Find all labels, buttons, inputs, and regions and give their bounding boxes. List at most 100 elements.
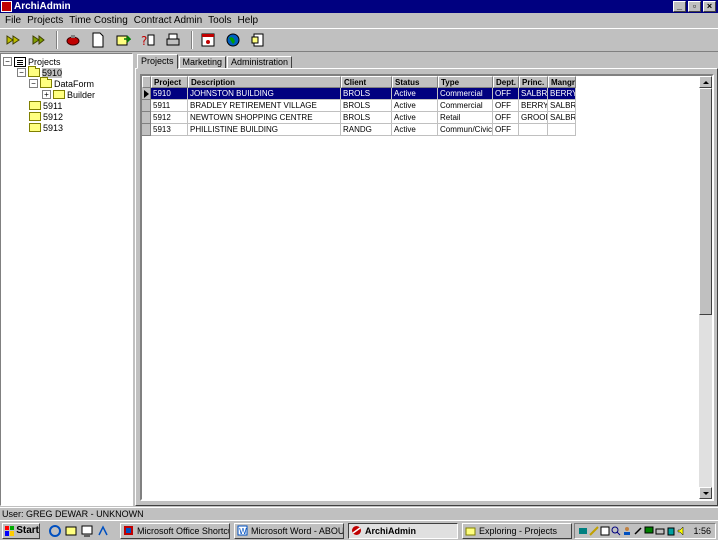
cell-status[interactable]: Active xyxy=(392,88,438,100)
help-button[interactable]: ? xyxy=(137,30,159,50)
column-header-type[interactable]: Type xyxy=(438,76,493,88)
back-button[interactable] xyxy=(27,30,49,50)
projects-grid[interactable]: Project Description Client Status Type D… xyxy=(140,74,714,501)
task-button-word[interactable]: W Microsoft Word - ABOUT ... xyxy=(234,522,344,539)
cell-description[interactable]: JOHNSTON BUILDING xyxy=(188,88,341,100)
menu-file[interactable]: File xyxy=(2,15,24,26)
column-header-mangr[interactable]: Mangr xyxy=(548,76,576,88)
cell-mangr[interactable]: SALBRY xyxy=(548,112,576,124)
new-document-button[interactable] xyxy=(87,30,109,50)
tree-node-5913[interactable]: 5913 xyxy=(29,122,63,133)
restore-button[interactable]: ▫ xyxy=(688,1,701,12)
column-header-description[interactable]: Description xyxy=(188,76,341,88)
cell-project[interactable]: 5910 xyxy=(151,88,188,100)
tools-tray-icon[interactable] xyxy=(589,526,599,536)
column-header-status[interactable]: Status xyxy=(392,76,438,88)
tree-node-dataform[interactable]: − DataForm xyxy=(29,77,94,89)
cell-description[interactable]: BRADLEY RETIREMENT VILLAGE xyxy=(188,100,341,112)
row-indicator[interactable] xyxy=(142,100,151,112)
search-icon[interactable] xyxy=(611,526,621,536)
display-icon[interactable] xyxy=(644,526,654,536)
row-indicator[interactable] xyxy=(142,112,151,124)
cell-client[interactable]: RANDG xyxy=(341,124,392,136)
cell-mangr[interactable] xyxy=(548,124,576,136)
desktop-icon[interactable] xyxy=(80,524,94,538)
cell-dept[interactable]: OFF xyxy=(493,88,519,100)
volume-icon[interactable] xyxy=(677,526,687,536)
scroll-up-button[interactable] xyxy=(699,76,712,88)
column-header-dept[interactable]: Dept. xyxy=(493,76,519,88)
row-indicator[interactable] xyxy=(142,124,151,136)
cell-description[interactable]: PHILLISTINE BUILDING xyxy=(188,124,341,136)
column-header-project[interactable]: Project xyxy=(151,76,188,88)
tree-node-5912[interactable]: 5912 xyxy=(29,111,63,122)
export-button[interactable] xyxy=(112,30,134,50)
cell-princ[interactable]: BERRY xyxy=(519,100,548,112)
outlook-icon[interactable] xyxy=(64,524,78,538)
cell-client[interactable]: BROLS xyxy=(341,112,392,124)
cell-dept[interactable]: OFF xyxy=(493,124,519,136)
project-tree[interactable]: − Projects − 5910 − DataForm + Builder 5… xyxy=(0,53,133,506)
cell-princ[interactable]: SALBRY xyxy=(519,88,548,100)
battery-icon[interactable] xyxy=(666,526,676,536)
start-button[interactable]: Start xyxy=(2,522,40,539)
table-row[interactable]: 5912 NEWTOWN SHOPPING CENTRE BROLS Activ… xyxy=(142,112,576,124)
pen-icon[interactable] xyxy=(633,526,643,536)
expand-icon[interactable]: + xyxy=(42,90,51,99)
network-icon[interactable] xyxy=(578,526,588,536)
tree-node-5911[interactable]: 5911 xyxy=(29,100,62,111)
cell-client[interactable]: BROLS xyxy=(341,88,392,100)
channels-icon[interactable] xyxy=(96,524,110,538)
forward-button[interactable] xyxy=(2,30,24,50)
menu-contract-admin[interactable]: Contract Admin xyxy=(131,15,205,26)
cell-status[interactable]: Active xyxy=(392,124,438,136)
cell-type[interactable]: Commercial xyxy=(438,100,493,112)
keyboard-icon[interactable] xyxy=(655,526,665,536)
task-button-exploring[interactable]: Exploring - Projects xyxy=(462,522,572,539)
cell-type[interactable]: Commercial xyxy=(438,88,493,100)
cell-dept[interactable]: OFF xyxy=(493,112,519,124)
cell-client[interactable]: BROLS xyxy=(341,100,392,112)
scheduler-icon[interactable] xyxy=(600,526,610,536)
cell-type[interactable]: Retail xyxy=(438,112,493,124)
print-button[interactable] xyxy=(162,30,184,50)
collapse-icon[interactable]: − xyxy=(3,57,12,66)
globe-button[interactable] xyxy=(222,30,244,50)
cell-dept[interactable]: OFF xyxy=(493,100,519,112)
minimize-button[interactable]: _ xyxy=(673,1,686,12)
cell-project[interactable]: 5912 xyxy=(151,112,188,124)
task-button-office-shortcut[interactable]: Microsoft Office Shortcut ... xyxy=(120,522,230,539)
scroll-down-button[interactable] xyxy=(699,487,712,499)
cell-project[interactable]: 5911 xyxy=(151,100,188,112)
cell-project[interactable]: 5913 xyxy=(151,124,188,136)
menu-projects[interactable]: Projects xyxy=(24,15,66,26)
tree-node-builder[interactable]: + Builder xyxy=(42,89,95,100)
row-indicator[interactable] xyxy=(142,88,151,100)
cell-princ[interactable] xyxy=(519,124,548,136)
menu-help[interactable]: Help xyxy=(235,15,262,26)
vertical-scrollbar[interactable] xyxy=(699,76,712,499)
menu-time-costing[interactable]: Time Costing xyxy=(66,15,131,26)
cell-status[interactable]: Active xyxy=(392,100,438,112)
column-header-client[interactable]: Client xyxy=(341,76,392,88)
table-row[interactable]: 5911 BRADLEY RETIREMENT VILLAGE BROLS Ac… xyxy=(142,100,576,112)
table-row[interactable]: 5910 JOHNSTON BUILDING BROLS Active Comm… xyxy=(142,88,576,100)
calendar-button[interactable] xyxy=(197,30,219,50)
cell-type[interactable]: Commun/Civic xyxy=(438,124,493,136)
column-header-princ[interactable]: Princ. xyxy=(519,76,548,88)
task-button-archiadmin[interactable]: ArchiAdmin xyxy=(348,522,458,539)
collapse-icon[interactable]: − xyxy=(17,68,26,77)
cell-description[interactable]: NEWTOWN SHOPPING CENTRE xyxy=(188,112,341,124)
internet-explorer-icon[interactable] xyxy=(48,524,62,538)
cell-mangr[interactable]: BERRY xyxy=(548,88,576,100)
table-row[interactable]: 5913 PHILLISTINE BUILDING RANDG Active C… xyxy=(142,124,576,136)
report-button[interactable] xyxy=(247,30,269,50)
user-icon[interactable] xyxy=(622,526,632,536)
close-button[interactable]: × xyxy=(703,1,716,12)
scroll-thumb[interactable] xyxy=(699,88,712,315)
menu-tools[interactable]: Tools xyxy=(205,15,234,26)
cell-mangr[interactable]: SALBRY xyxy=(548,100,576,112)
tools-button[interactable] xyxy=(62,30,84,50)
cell-princ[interactable]: GROOM xyxy=(519,112,548,124)
tab-projects[interactable]: Projects xyxy=(137,54,178,69)
